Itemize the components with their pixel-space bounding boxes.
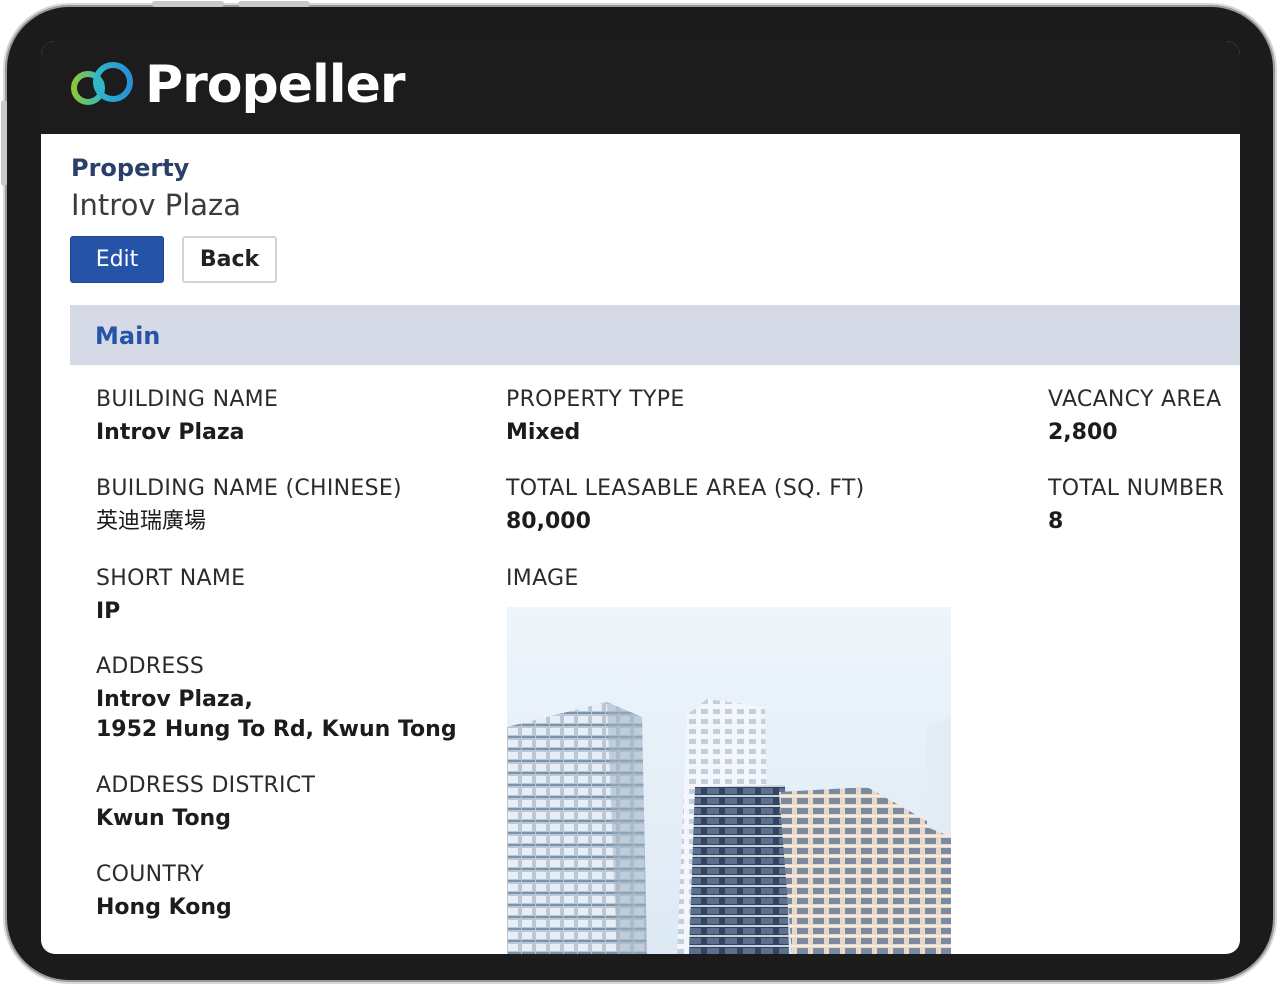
field-value: Mixed: [506, 420, 581, 445]
field-label: SHORT NAME: [96, 566, 246, 591]
edit-button[interactable]: Edit: [70, 236, 164, 283]
field-label: COUNTRY: [96, 862, 205, 887]
field-address-district: ADDRESS DISTRICT Kwun Tong: [96, 772, 315, 834]
brand-wordmark: Propeller: [145, 55, 406, 115]
field-value: Introv Plaza: [96, 420, 245, 445]
field-vacancy-area: VACANCY AREA 2,800: [1048, 386, 1221, 448]
hardware-button: [152, 1, 224, 7]
hardware-button: [238, 1, 310, 7]
section-header-main[interactable]: Main: [70, 305, 1240, 365]
field-address: ADDRESS Introv Plaza, 1952 Hung To Rd, K…: [96, 653, 457, 745]
field-value-line1: Introv Plaza,: [96, 687, 253, 712]
field-value: 8: [1048, 509, 1064, 534]
field-value: 80,000: [506, 509, 591, 534]
field-label: IMAGE: [506, 566, 579, 591]
field-image: IMAGE: [506, 565, 579, 593]
field-label: BUILDING NAME (CHINESE): [96, 476, 402, 501]
field-total-leasable-area: TOTAL LEASABLE AREA (SQ. FT) 80,000: [506, 475, 864, 537]
field-short-name: SHORT NAME IP: [96, 565, 245, 627]
field-country: COUNTRY Hong Kong: [96, 861, 232, 923]
field-label: VACANCY AREA: [1048, 387, 1222, 412]
field-label: ADDRESS: [96, 654, 205, 679]
field-value: Kwun Tong: [96, 806, 231, 831]
field-value-line2: 1952 Hung To Rd, Kwun Tong: [96, 717, 457, 742]
field-label: BUILDING NAME: [96, 387, 279, 412]
field-value: 2,800: [1048, 420, 1118, 445]
section-title: Main: [95, 322, 161, 350]
field-property-type: PROPERTY TYPE Mixed: [506, 386, 685, 448]
app-header: Propeller: [41, 41, 1240, 134]
main-content: Property Introv Plaza Edit Back Main BUI…: [41, 134, 1240, 954]
field-label: ADDRESS DISTRICT: [96, 773, 316, 798]
propeller-logo-icon: [71, 62, 133, 105]
field-label: TOTAL LEASABLE AREA (SQ. FT): [506, 476, 865, 501]
hardware-button: [1, 100, 7, 186]
field-building-name-chinese: BUILDING NAME (CHINESE) 英迪瑞廣場: [96, 475, 402, 537]
field-value: IP: [96, 599, 121, 624]
back-button[interactable]: Back: [182, 236, 277, 283]
field-total-number: TOTAL NUMBER 8: [1048, 475, 1224, 537]
field-value: Hong Kong: [96, 895, 232, 920]
field-building-name: BUILDING NAME Introv Plaza: [96, 386, 278, 448]
page-title: Introv Plaza: [71, 188, 242, 222]
field-label: PROPERTY TYPE: [506, 387, 685, 412]
screen: Propeller Property Introv Plaza Edit Bac…: [41, 41, 1240, 954]
breadcrumb[interactable]: Property: [71, 154, 189, 182]
property-image[interactable]: [507, 607, 951, 954]
field-value: 英迪瑞廣場: [96, 509, 207, 534]
field-label: TOTAL NUMBER: [1048, 476, 1225, 501]
